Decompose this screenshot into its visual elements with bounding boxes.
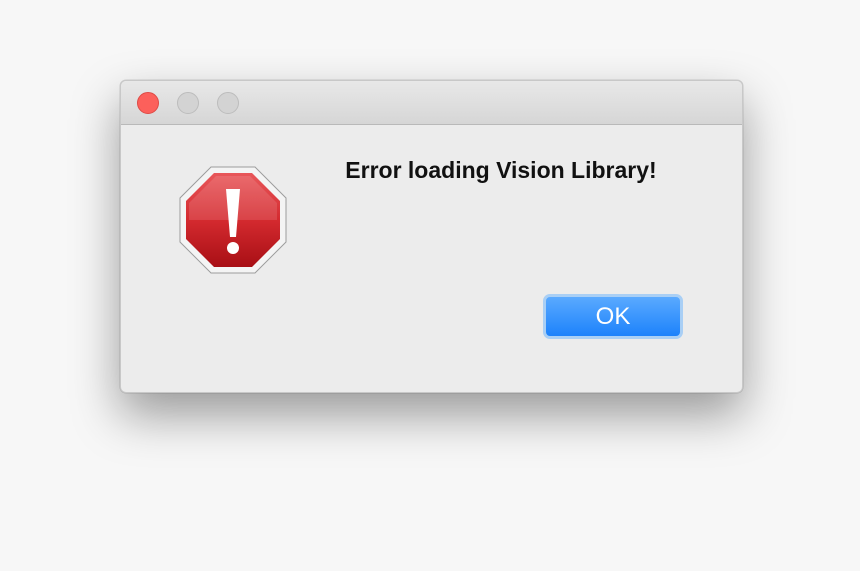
desktop-background: Error loading Vision Library! OK <box>0 0 860 571</box>
alert-dialog: Error loading Vision Library! OK <box>120 80 743 393</box>
error-message: Error loading Vision Library! <box>345 157 657 183</box>
ok-button[interactable]: OK <box>543 294 683 339</box>
maximize-window-icon <box>217 92 239 114</box>
minimize-window-icon <box>177 92 199 114</box>
title-bar <box>121 81 742 125</box>
close-window-icon[interactable] <box>137 92 159 114</box>
stop-sign-error-icon <box>179 166 287 274</box>
